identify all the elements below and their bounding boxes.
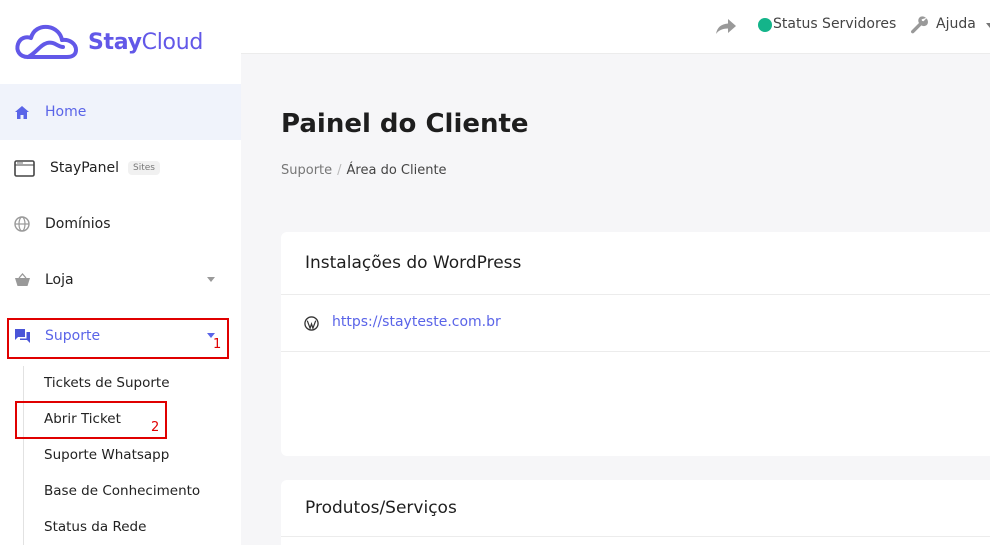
- sidebar-item-home[interactable]: Home: [0, 84, 241, 140]
- submenu-item-tickets[interactable]: Tickets de Suporte: [44, 375, 170, 391]
- ajuda-menu[interactable]: Ajuda: [936, 16, 976, 32]
- brand-logo[interactable]: StayCloud: [14, 22, 203, 62]
- cloud-logo-icon: [15, 24, 78, 59]
- basket-icon: [13, 271, 31, 289]
- sidebar-item-label: Home: [45, 104, 87, 120]
- products-services-card: Produtos/Serviços: [281, 480, 990, 545]
- card-header: Produtos/Serviços: [281, 480, 990, 537]
- brand-name: StayCloud: [88, 29, 204, 55]
- sidebar-item-loja[interactable]: Loja: [0, 252, 241, 308]
- sidebar-item-label: StayPanel: [50, 160, 120, 176]
- breadcrumb-separator: /: [337, 163, 342, 178]
- card-title: Instalações do WordPress: [305, 253, 522, 273]
- status-indicator: [758, 18, 772, 32]
- sidebar-item-dominios[interactable]: Domínios: [0, 196, 241, 252]
- card-header: Instalações do WordPress: [281, 232, 990, 295]
- card-title: Produtos/Serviços: [305, 498, 457, 518]
- submenu-item-status-rede[interactable]: Status da Rede: [44, 519, 146, 535]
- window-icon: [13, 159, 35, 177]
- wrench-icon: [910, 16, 928, 34]
- submenu-item-whatsapp[interactable]: Suporte Whatsapp: [44, 447, 169, 463]
- chevron-down-icon: [986, 23, 990, 28]
- globe-icon: [13, 215, 31, 233]
- sidebar-item-label: Domínios: [45, 216, 111, 232]
- sidebar-item-staypanel[interactable]: StayPanel Sites: [0, 140, 241, 196]
- sidebar: StayCloud Home StayPanel Sites Domínios …: [0, 0, 241, 545]
- annotation-box-suporte: [7, 318, 229, 359]
- page-title: Painel do Cliente: [281, 109, 529, 139]
- annotation-number: 2: [151, 420, 160, 435]
- chevron-down-icon: [207, 277, 215, 282]
- breadcrumb-current: Área do Cliente: [346, 163, 447, 178]
- submenu-item-base-conhecimento[interactable]: Base de Conhecimento: [44, 483, 200, 499]
- wordpress-icon: [304, 316, 319, 331]
- top-bar: Status Servidores Ajuda: [241, 0, 990, 54]
- home-icon: [13, 103, 31, 121]
- breadcrumb-link-suporte[interactable]: Suporte: [281, 163, 332, 178]
- list-item: https://stayteste.com.br: [281, 295, 990, 352]
- suporte-submenu: Tickets de Suporte Abrir Ticket Suporte …: [23, 366, 241, 545]
- sites-badge: Sites: [128, 161, 160, 175]
- sidebar-item-label: Loja: [45, 272, 74, 288]
- share-icon[interactable]: [715, 16, 737, 36]
- status-servidores-link[interactable]: Status Servidores: [773, 16, 896, 32]
- annotation-number: 1: [213, 337, 222, 352]
- breadcrumb: Suporte / Área do Cliente: [281, 163, 447, 178]
- wordpress-site-link[interactable]: https://stayteste.com.br: [332, 314, 501, 330]
- annotation-box-abrir-ticket: [15, 401, 167, 439]
- wordpress-installations-card: Instalações do WordPress https://staytes…: [281, 232, 990, 456]
